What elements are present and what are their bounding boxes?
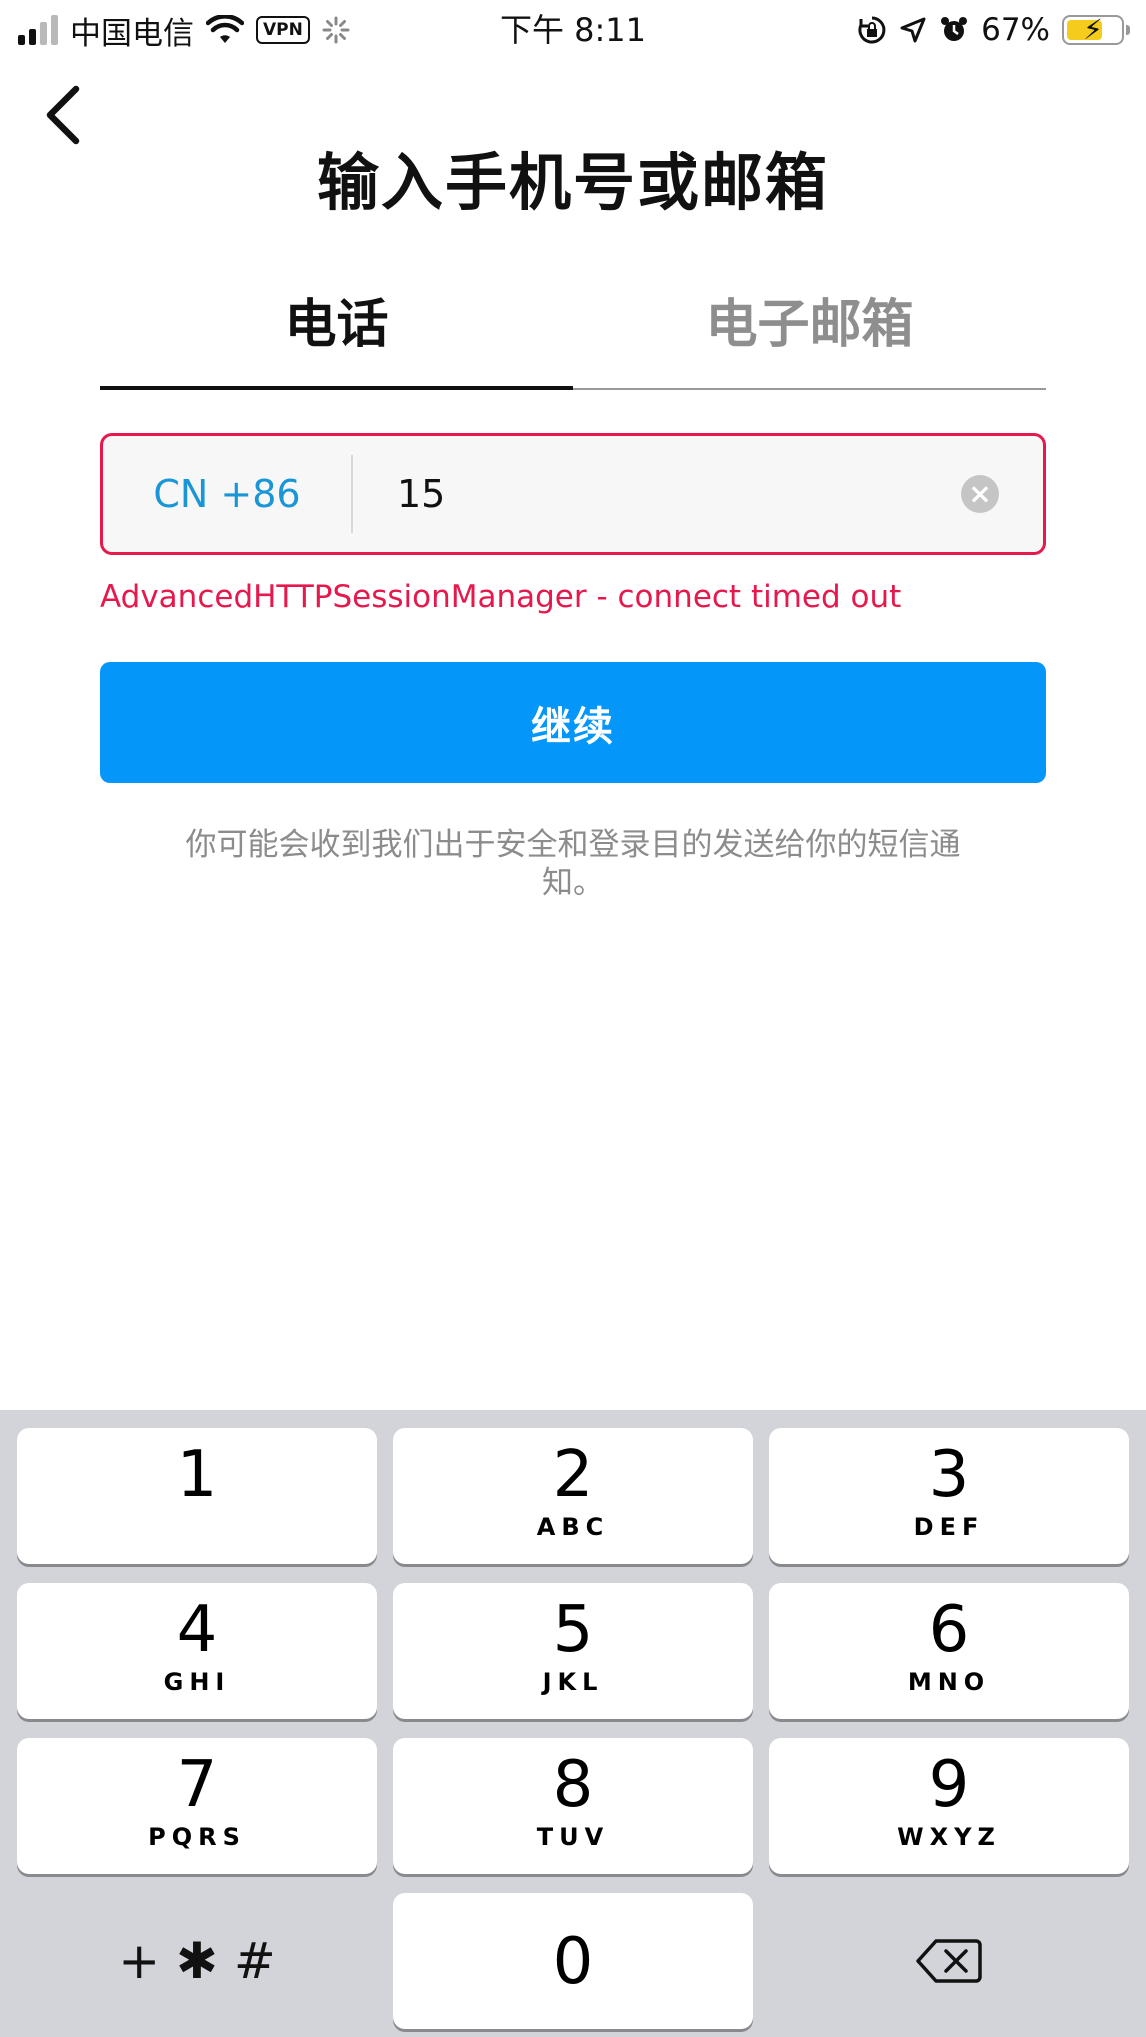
status-right: 67% ⚡ [857,10,1130,50]
key-digit: 7 [176,1748,218,1822]
sms-notice: 你可能会收到我们出于安全和登录目的发送给你的短信通知。 [185,827,961,901]
chevron-left-icon [46,85,80,145]
key-letters: MNO [907,1668,991,1696]
key-8[interactable]: 8 TUV [393,1738,753,1874]
continue-button[interactable]: 继续 [100,662,1046,783]
key-letters: DEF [913,1513,985,1541]
back-button[interactable] [34,80,94,150]
key-6[interactable]: 6 MNO [769,1583,1129,1719]
clear-input-button[interactable]: × [961,475,999,513]
error-message: AdvancedHTTPSessionManager - connect tim… [100,579,902,615]
key-5[interactable]: 5 JKL [393,1583,753,1719]
location-arrow-icon [900,17,926,43]
tab-email-underline [573,388,1046,390]
tab-phone[interactable]: 电话 [100,285,573,390]
key-digit: 4 [176,1593,218,1667]
key-0[interactable]: 0 [393,1893,753,2029]
battery-percent: 67% [981,12,1050,48]
key-digit: 6 [928,1593,970,1667]
key-3[interactable]: 3 DEF [769,1428,1129,1564]
phone-number-input[interactable] [353,436,961,552]
key-letters: JKL [542,1668,604,1696]
key-digit: 1 [176,1438,218,1512]
tab-email-label: 电子邮箱 [705,295,914,355]
key-letters: WXYZ [897,1823,1001,1851]
numeric-keypad: 1 2 ABC 3 DEF 4 GHI 5 JKL 6 MNO 7 PQRS 8… [0,1410,1146,2037]
close-icon: × [968,477,992,510]
key-delete[interactable] [769,1893,1129,2029]
key-digit: 2 [552,1438,594,1512]
tab-phone-label: 电话 [284,295,389,355]
charging-bolt-icon: ⚡ [1083,13,1103,46]
status-bar: 中国电信 VPN 下午 8:11 67% ⚡ [0,0,1146,60]
login-method-tabs: 电话 电子邮箱 [100,285,1046,390]
tab-email[interactable]: 电子邮箱 [573,285,1046,390]
key-digit: 0 [552,1925,594,1999]
key-digit: 8 [552,1748,594,1822]
key-letters: PQRS [148,1823,246,1851]
key-digit: 5 [552,1593,594,1667]
key-2[interactable]: 2 ABC [393,1428,753,1564]
key-4[interactable]: 4 GHI [17,1583,377,1719]
orientation-lock-icon [858,16,886,44]
key-letters: GHI [163,1668,231,1696]
key-7[interactable]: 7 PQRS [17,1738,377,1874]
key-digit: 3 [928,1438,970,1512]
backspace-icon [916,1939,982,1983]
page-title: 输入手机号或邮箱 [316,146,829,219]
key-letters: TUV [536,1823,610,1851]
phone-input-container: CN +86 × [100,433,1046,555]
battery-icon: ⚡ [1062,13,1130,46]
alarm-icon [941,17,968,41]
key-letters: ABC [536,1513,610,1541]
tab-phone-underline [100,386,573,390]
key-symbols-label: + ✱ # [118,1932,276,1990]
key-symbols[interactable]: + ✱ # [17,1893,377,2029]
country-code-selector[interactable]: CN +86 [103,472,351,516]
key-digit: 9 [928,1748,970,1822]
key-1[interactable]: 1 [17,1428,377,1564]
key-9[interactable]: 9 WXYZ [769,1738,1129,1874]
